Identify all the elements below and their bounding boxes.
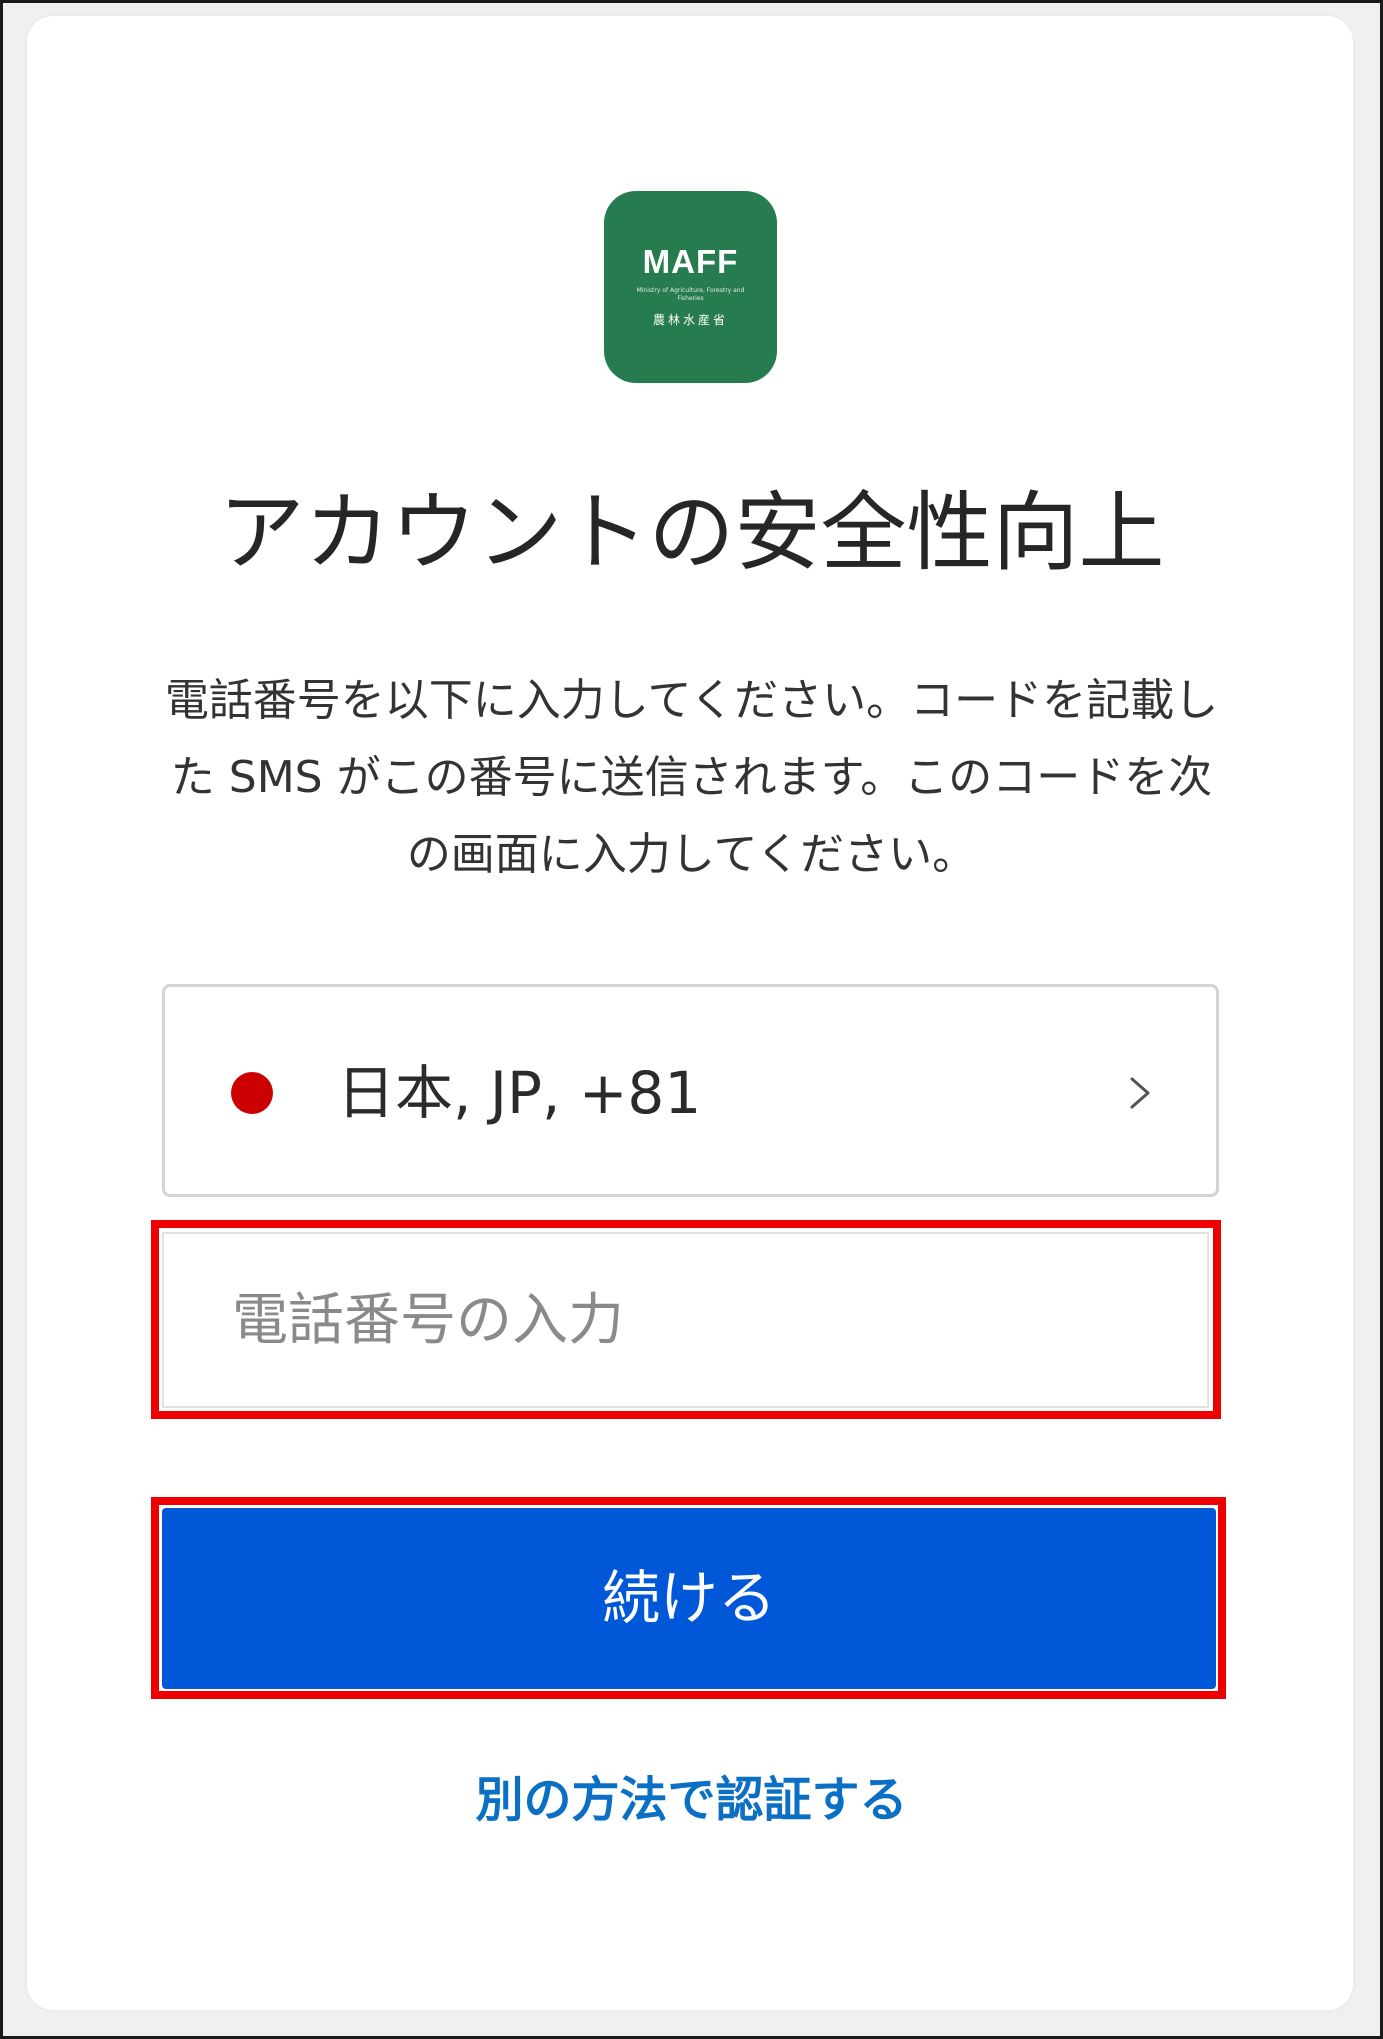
logo-subtext: Ministry of Agriculture, Forestry and Fi… — [636, 287, 745, 302]
alternative-verification-link[interactable]: 別の方法で認証する — [0, 1768, 1383, 1832]
maff-logo: MAFF Ministry of Agriculture, Forestry a… — [604, 191, 777, 383]
logo-text-jp: 農林水産省 — [652, 313, 728, 327]
country-code-label: 日本, JP, +81 — [337, 1059, 702, 1127]
logo-text: MAFF — [642, 243, 739, 280]
country-code-selector[interactable]: 日本, JP, +81 — [162, 984, 1219, 1197]
page-title: アカウントの安全性向上 — [218, 483, 1165, 583]
chevron-right-icon — [1130, 1077, 1150, 1109]
continue-button[interactable]: 続ける — [162, 1508, 1216, 1689]
japan-flag-icon — [231, 1072, 273, 1114]
instruction-text: 電話番号を以下に入力してください。コードを記載した SMS がこの番号に送信され… — [164, 675, 1219, 880]
phone-number-input[interactable] — [162, 1232, 1209, 1408]
